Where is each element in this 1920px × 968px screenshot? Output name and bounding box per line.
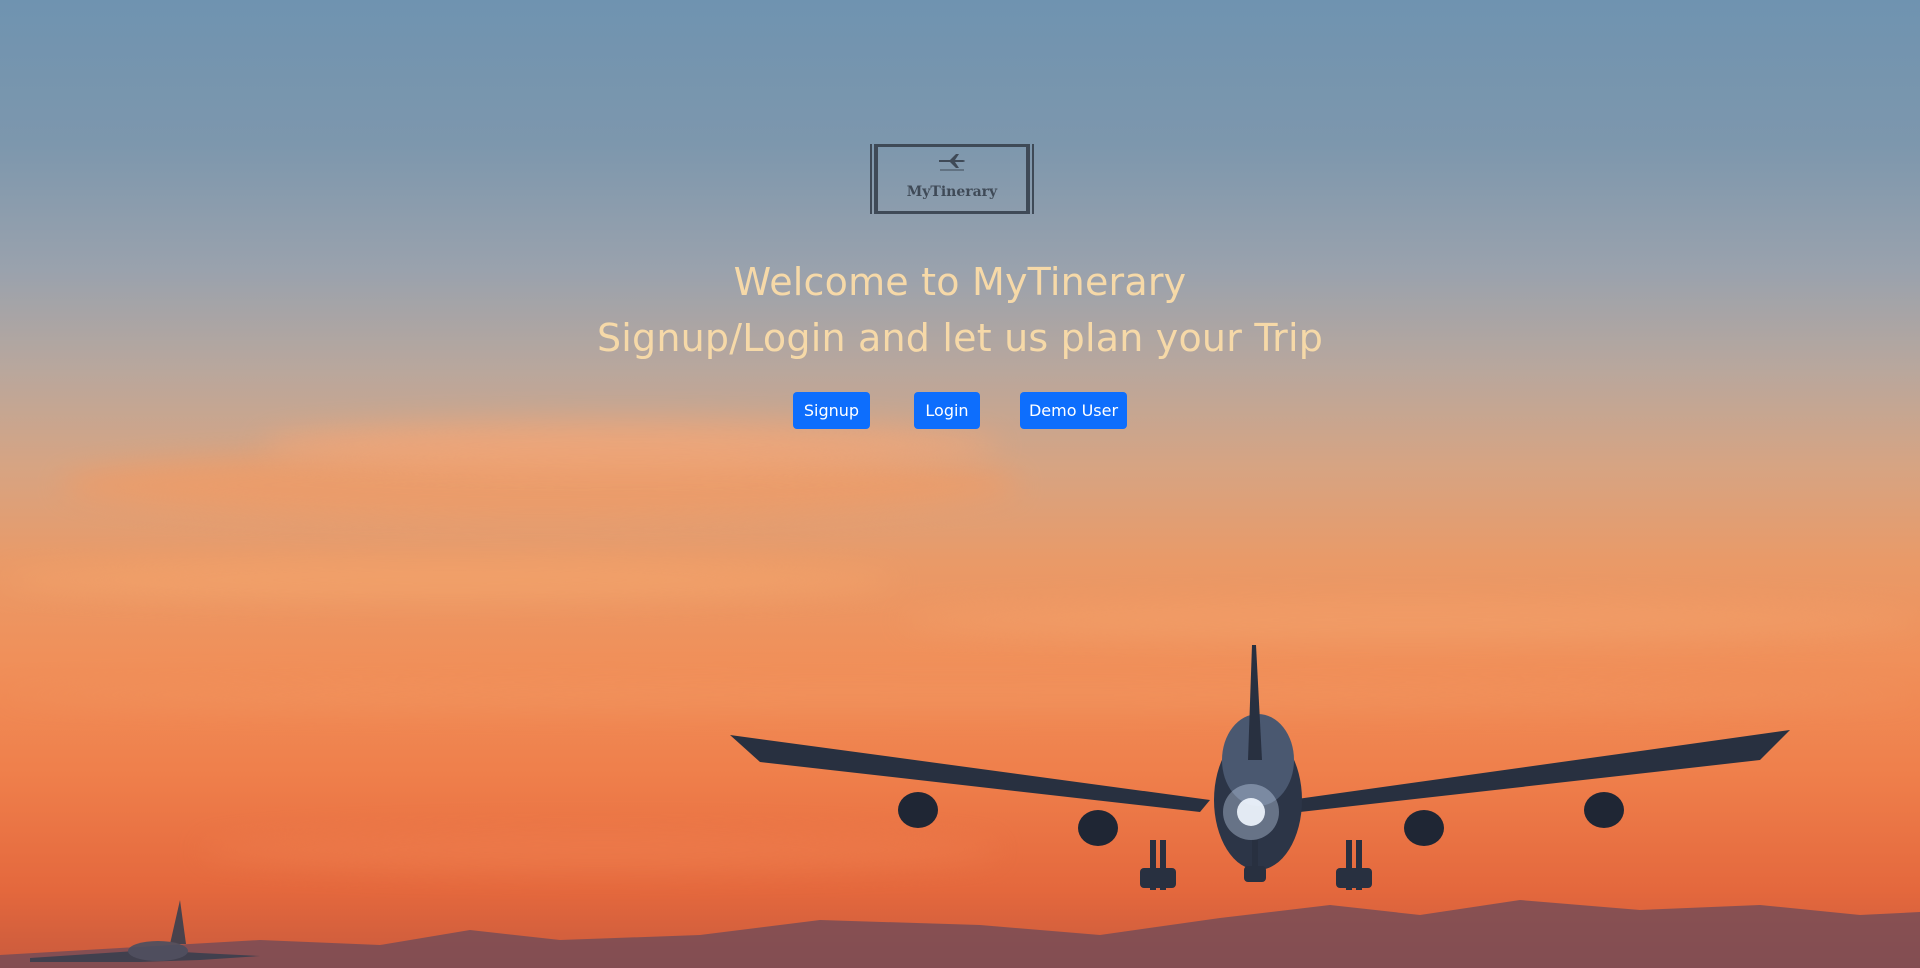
airplane-icon	[939, 154, 965, 171]
mytinerary-logo: MyTinerary	[870, 144, 1034, 214]
welcome-subtitle: Signup/Login and let us plan your Trip	[596, 316, 1324, 360]
logo-text: MyTinerary	[906, 184, 998, 200]
main-airplane	[730, 645, 1790, 890]
demo-user-button[interactable]: Demo User	[1020, 392, 1127, 429]
signup-button[interactable]: Signup	[793, 392, 870, 429]
login-button[interactable]: Login	[914, 392, 980, 429]
welcome-title: Welcome to MyTinerary	[733, 260, 1187, 304]
